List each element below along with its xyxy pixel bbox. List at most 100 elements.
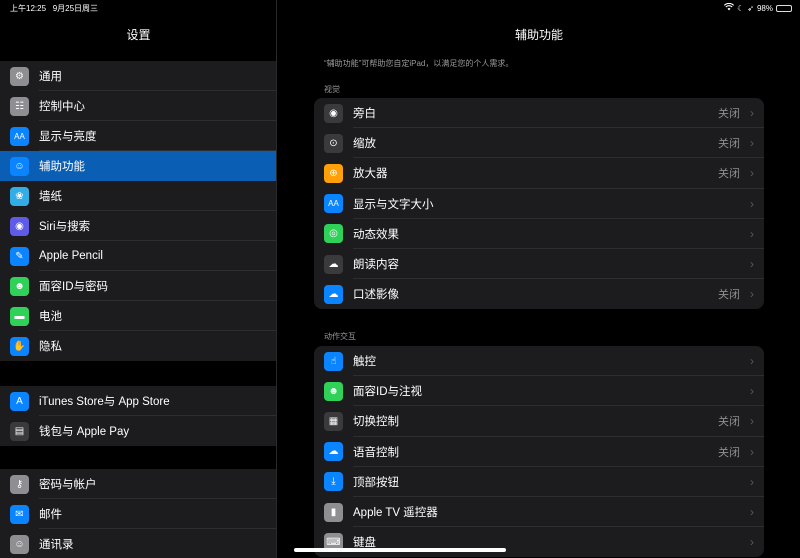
zoom-icon: ⊙	[324, 133, 343, 153]
sidebar-item[interactable]: ▬ 电池	[0, 301, 276, 331]
toggles-icon: ☷	[10, 96, 29, 116]
sidebar-item[interactable]: ☻ 面容ID与密码	[0, 271, 276, 301]
status-time: 上午12:25 9月25日周三	[10, 4, 99, 13]
sidebar-item[interactable]: ⚙ 通用	[0, 61, 276, 91]
settings-row-value: 关闭	[718, 108, 740, 121]
face-id-icon: ☻	[10, 276, 29, 296]
location-icon: ➶	[747, 3, 754, 13]
sidebar-item[interactable]: ◉ Siri与搜索	[0, 211, 276, 241]
chevron-right-icon: ›	[750, 354, 754, 369]
moon-icon: ☾	[737, 3, 745, 13]
settings-row[interactable]: ☻ 面容ID与注视 ›	[314, 376, 764, 407]
wallpaper-icon: ❀	[10, 186, 29, 206]
battery-percent: 98%	[756, 3, 773, 13]
app-store-icon: A	[10, 391, 29, 411]
touch-icon: ☝	[324, 351, 343, 371]
switch-control-icon: ▦	[324, 411, 343, 431]
settings-row-label: 放大器	[353, 168, 388, 181]
settings-row[interactable]: ⌨ 键盘 ›	[314, 527, 764, 557]
settings-row-label: 旁白	[353, 108, 376, 121]
settings-row[interactable]: ⊕ 放大器 关闭 ›	[314, 158, 764, 189]
wallet-icon: ▤	[10, 421, 29, 441]
chevron-right-icon: ›	[750, 226, 754, 241]
sidebar-item-label: 邮件	[39, 509, 62, 521]
chevron-right-icon: ›	[750, 414, 754, 429]
status-right: ☾ ➶ 98%	[724, 2, 792, 13]
sidebar-item-label: Siri与搜索	[39, 221, 91, 233]
section-header: 动作交互	[324, 332, 356, 341]
settings-row[interactable]: AA 显示与文字大小 ›	[314, 189, 764, 219]
accessibility-icon: ☺	[10, 156, 29, 176]
chevron-right-icon: ›	[750, 257, 754, 272]
chevron-right-icon: ›	[750, 166, 754, 181]
chevron-right-icon: ›	[750, 287, 754, 302]
settings-row-value: 关闭	[718, 446, 740, 459]
sidebar-item[interactable]: AA 显示与亮度	[0, 121, 276, 151]
sidebar-group: AiTunes Store与 App Store ▤ 钱包与 Apple Pay	[0, 386, 276, 446]
motion-icon: ◎	[324, 224, 343, 244]
siri-icon: ◉	[10, 216, 29, 236]
settings-row-label: 动态效果	[353, 228, 399, 241]
sidebar-group: ⚷ 密码与帐户 ✉ 邮件 ☺ 通讯录	[0, 469, 276, 558]
face-id-icon: ☻	[324, 381, 343, 401]
intro-text: “辅助功能”可帮助您自定iPad，以满足您的个人需求。	[324, 59, 514, 68]
settings-row[interactable]: ☁ 口述影像 关闭 ›	[314, 279, 764, 309]
chevron-right-icon: ›	[750, 474, 754, 489]
hand-icon: ✋	[10, 336, 29, 356]
settings-row[interactable]: ▮ Apple TV 遥控器 ›	[314, 497, 764, 528]
sidebar: 设置 ⚙ 通用 ☷ 控制中心 AA 显示与亮度 ☺ 辅助功能 ❀ 墙纸 ◉ Siri与搜索 ✎ Apple…	[0, 0, 277, 558]
status-bar: 上午12:25 9月25日周三 ☾ ➶ 98%	[0, 0, 800, 16]
settings-row[interactable]: ▦ 切换控制 关闭 ›	[314, 406, 764, 437]
settings-row[interactable]: ⊙ 缩放 关闭 ›	[314, 128, 764, 159]
sidebar-item[interactable]: AiTunes Store与 App Store	[0, 386, 276, 416]
settings-row-label: 面容ID与注视	[353, 386, 422, 399]
settings-row-value: 关闭	[718, 168, 740, 181]
key-icon: ⚷	[10, 474, 29, 494]
sidebar-item[interactable]: ✎ Apple Pencil	[0, 241, 276, 271]
contacts-icon: ☺	[10, 534, 29, 554]
home-indicator[interactable]	[294, 548, 506, 552]
main-panel: 辅助功能 “辅助功能”可帮助您自定iPad，以满足您的个人需求。 视觉 ◉ 旁白 关闭…	[278, 0, 800, 558]
settings-row-label: 触控	[353, 356, 376, 369]
sidebar-item-label: 控制中心	[39, 101, 85, 113]
settings-row[interactable]: ⤓ 顶部按钮 ›	[314, 467, 764, 497]
sidebar-item-label: 显示与亮度	[39, 131, 97, 143]
battery-icon	[776, 4, 792, 12]
settings-row[interactable]: ☝ 触控 ›	[314, 346, 764, 377]
chevron-right-icon: ›	[750, 535, 754, 550]
settings-row-label: 语音控制	[353, 446, 399, 459]
text-size-icon: AA	[324, 194, 343, 214]
sidebar-group: ⚙ 通用 ☷ 控制中心 AA 显示与亮度 ☺ 辅助功能 ❀ 墙纸 ◉ Siri与搜索 ✎ Apple Pe…	[0, 61, 276, 361]
settings-row[interactable]: ☁ 语音控制 关闭 ›	[314, 437, 764, 467]
sidebar-item[interactable]: ☺ 辅助功能	[0, 151, 276, 181]
sidebar-item[interactable]: ⚷ 密码与帐户	[0, 469, 276, 499]
settings-row-value: 关闭	[718, 138, 740, 151]
sidebar-item[interactable]: ☷ 控制中心	[0, 91, 276, 121]
sidebar-item[interactable]: ✋ 隐私	[0, 331, 276, 361]
settings-row-label: 朗读内容	[353, 259, 399, 272]
settings-row[interactable]: ◉ 旁白 关闭 ›	[314, 98, 764, 129]
settings-group: ☝ 触控 › ☻ 面容ID与注视 › ▦ 切换控制 关闭 › ☁ 语音控制 关闭 › ⤓ 顶部按钮 › ▮ Appl…	[314, 346, 764, 558]
sidebar-item-label: 隐私	[39, 341, 62, 353]
sidebar-item-label: 密码与帐户	[39, 479, 97, 491]
sidebar-item[interactable]: ❀ 墙纸	[0, 181, 276, 211]
voiceover-icon: ◉	[324, 103, 343, 123]
sidebar-item[interactable]: ☺ 通讯录	[0, 529, 276, 558]
sidebar-item[interactable]: ✉ 邮件	[0, 499, 276, 529]
sidebar-item[interactable]: ▤ 钱包与 Apple Pay	[0, 416, 276, 446]
mail-icon: ✉	[10, 504, 29, 524]
sidebar-item-label: 面容ID与密码	[39, 281, 108, 293]
sidebar-item-label: 墙纸	[39, 191, 62, 203]
settings-row-value: 关闭	[718, 416, 740, 429]
settings-row[interactable]: ◎ 动态效果 ›	[314, 219, 764, 249]
chevron-right-icon: ›	[750, 136, 754, 151]
sidebar-item-label: iTunes Store与 App Store	[39, 396, 170, 408]
settings-row-value: 关闭	[718, 289, 740, 302]
chevron-right-icon: ›	[750, 384, 754, 399]
settings-group: ◉ 旁白 关闭 › ⊙ 缩放 关闭 › ⊕ 放大器 关闭 › AA 显示与文字大小 › ◎ 动态效果 › ☁ 朗读内容…	[314, 98, 764, 310]
sidebar-item-label: Apple Pencil	[39, 250, 103, 262]
settings-row[interactable]: ☁ 朗读内容 ›	[314, 249, 764, 280]
pencil-icon: ✎	[10, 246, 29, 266]
sidebar-title: 设置	[126, 28, 151, 42]
chevron-right-icon: ›	[750, 444, 754, 459]
